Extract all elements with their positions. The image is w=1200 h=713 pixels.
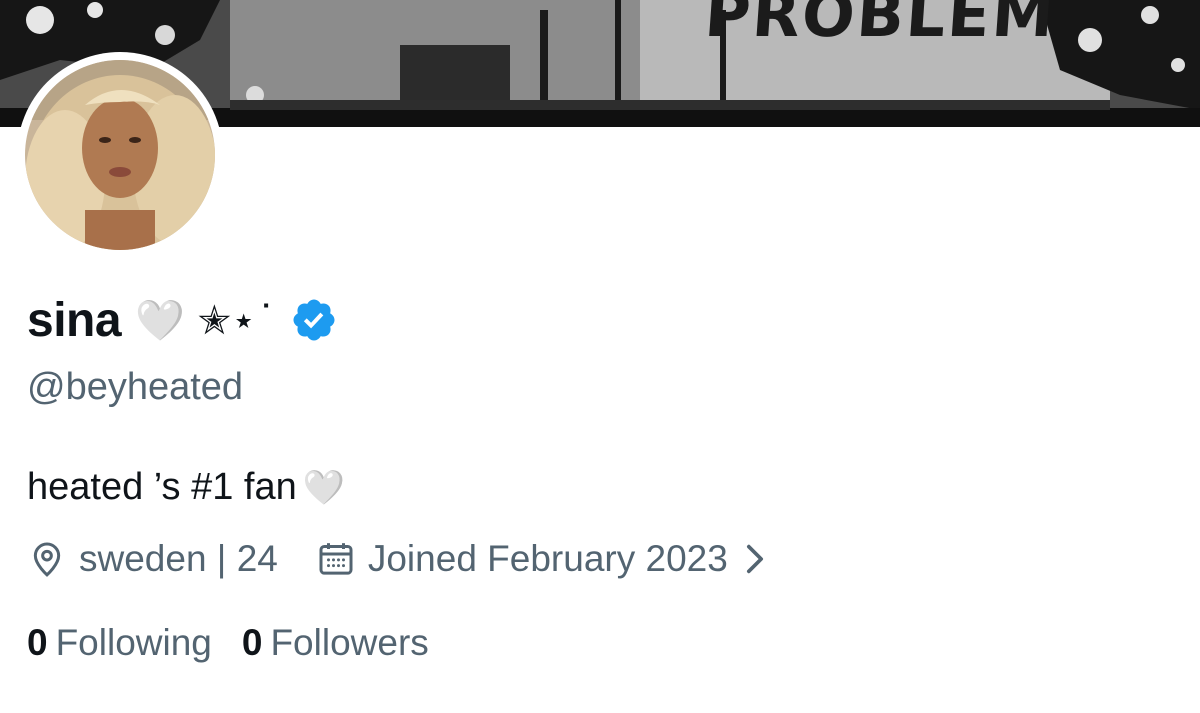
location-text: sweden | 24	[79, 538, 278, 579]
bio-text: heated ’s #1 fan	[27, 466, 297, 508]
following-label: Following	[55, 622, 212, 663]
location-pin-icon	[33, 542, 61, 577]
follow-stats: 0 Following 0 Followers	[27, 616, 459, 670]
followers-label: Followers	[270, 622, 429, 663]
following-count: 0	[27, 622, 48, 663]
banner-sign-text: PROBLEM	[702, 0, 1059, 51]
verified-badge-icon[interactable]	[290, 296, 338, 344]
user-handle: @beyheated	[27, 366, 244, 408]
joined-item[interactable]: Joined February 2023	[316, 538, 766, 580]
name-row: sina 🤍 ✭⋆˙	[27, 288, 338, 352]
following-link[interactable]: 0 Following	[27, 622, 212, 664]
name-emoji: 🤍 ✭⋆˙	[135, 297, 277, 344]
profile-meta: sweden | 24 Joined February 2023	[27, 532, 766, 586]
bio-emoji: 🤍	[302, 468, 346, 508]
joined-text: Joined February 2023	[367, 538, 728, 579]
display-name: sina	[27, 293, 122, 347]
followers-count: 0	[241, 622, 263, 663]
calendar-icon	[319, 543, 353, 575]
followers-link[interactable]: 0 Followers	[242, 622, 429, 664]
avatar-image	[25, 60, 215, 250]
avatar[interactable]	[17, 52, 223, 258]
location-item: sweden | 24	[27, 538, 278, 580]
bio: heated ’s #1 fan 🤍	[27, 466, 345, 509]
chevron-right-icon	[746, 544, 763, 574]
